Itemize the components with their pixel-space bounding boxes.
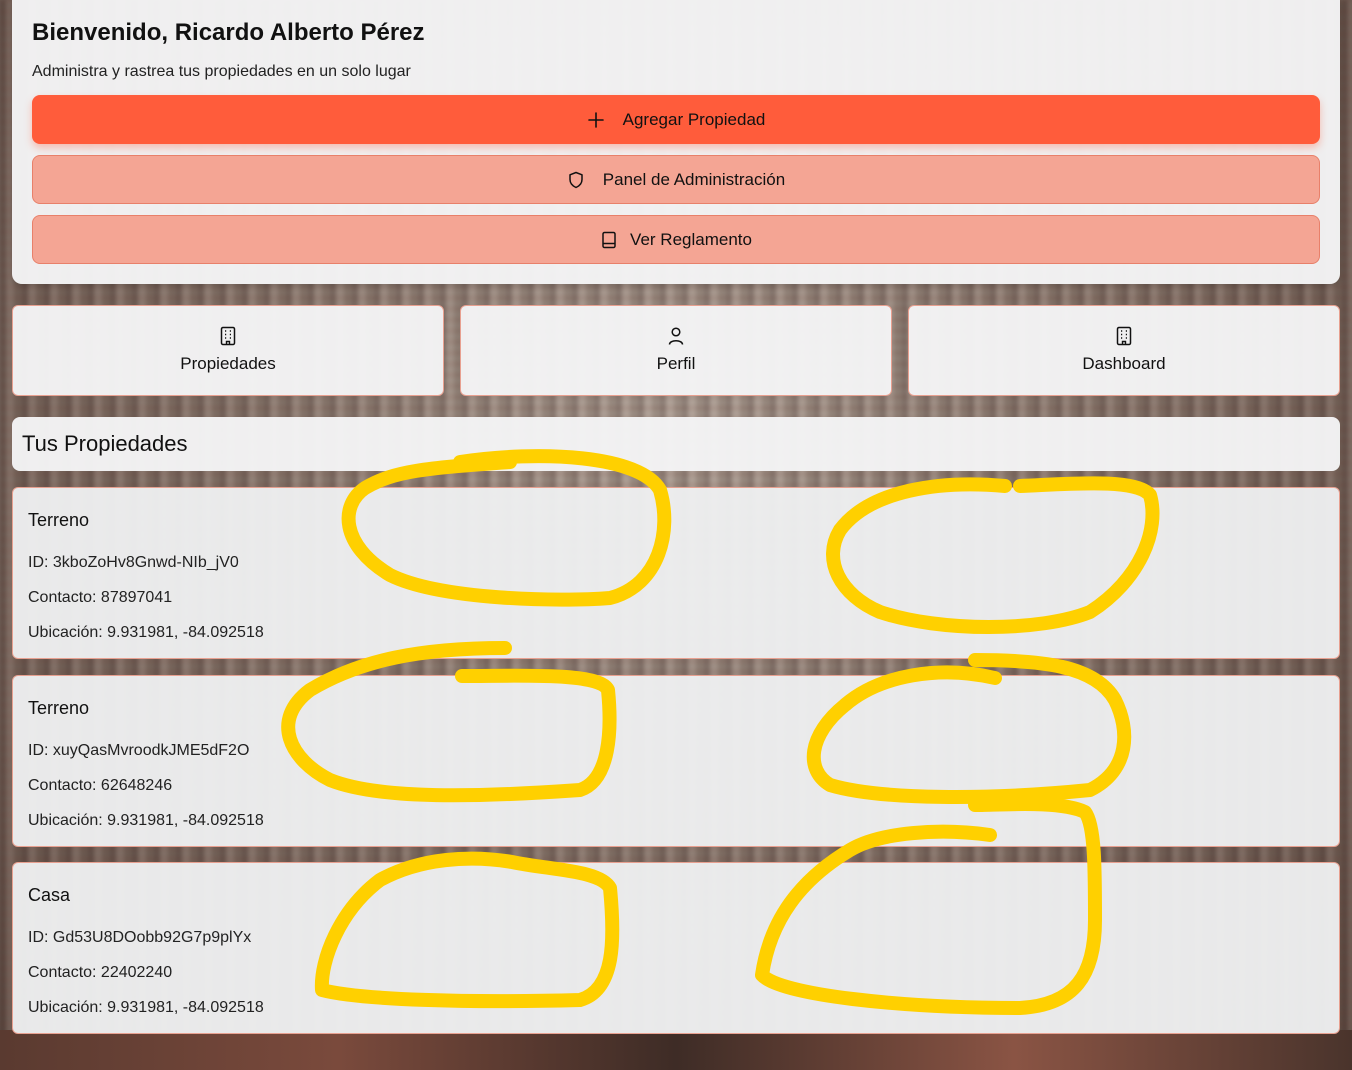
admin-panel-button[interactable]: Panel de Administración <box>32 155 1320 204</box>
tab-propiedades-label: Propiedades <box>180 354 276 373</box>
city-background-strip <box>0 1030 1352 1070</box>
plus-icon <box>587 111 604 128</box>
property-location: Ubicación: 9.931981, -84.092518 <box>28 624 264 641</box>
tab-propiedades[interactable]: Propiedades <box>12 305 444 396</box>
property-id: ID: 3kboZoHv8Gnwd-NIb_jV0 <box>28 554 239 571</box>
building-icon <box>220 326 236 346</box>
admin-panel-label: Panel de Administración <box>602 169 786 189</box>
properties-section-header: Tus Propiedades <box>12 417 1340 471</box>
add-property-label: Agregar Propiedad <box>622 109 766 129</box>
shield-icon <box>569 171 583 188</box>
property-card[interactable]: Terreno ID: 3kboZoHv8Gnwd-NIb_jV0 Contac… <box>12 487 1340 659</box>
property-contact: Contacto: 22402240 <box>28 964 173 981</box>
property-contact: Contacto: 62648246 <box>28 777 173 794</box>
tab-dashboard[interactable]: Dashboard <box>908 305 1340 396</box>
property-type: Casa <box>28 885 71 905</box>
property-card[interactable]: Terreno ID: xuyQasMvroodkJME5dF2O Contac… <box>12 675 1340 847</box>
page-subtitle: Administra y rastrea tus propiedades en … <box>32 63 411 80</box>
tab-perfil-label: Perfil <box>656 354 696 373</box>
building-icon <box>1116 326 1132 346</box>
property-type: Terreno <box>28 510 90 530</box>
tab-dashboard-label: Dashboard <box>1082 354 1166 373</box>
view-rules-button[interactable]: Ver Reglamento <box>32 215 1320 264</box>
section-title: Tus Propiedades <box>22 431 188 456</box>
add-property-button[interactable]: Agregar Propiedad <box>32 95 1320 144</box>
page-title: Bienvenido, Ricardo Alberto Pérez <box>32 19 425 46</box>
property-location: Ubicación: 9.931981, -84.092518 <box>28 999 264 1016</box>
welcome-panel: Bienvenido, Ricardo Alberto Pérez Admini… <box>12 0 1340 284</box>
property-location: Ubicación: 9.931981, -84.092518 <box>28 812 264 829</box>
property-card[interactable]: Casa ID: Gd53U8DOobb92G7p9plYx Contacto:… <box>12 862 1340 1034</box>
tab-perfil[interactable]: Perfil <box>460 305 892 396</box>
property-id: ID: xuyQasMvroodkJME5dF2O <box>28 742 250 759</box>
view-rules-label: Ver Reglamento <box>630 229 752 249</box>
book-icon <box>602 231 616 248</box>
property-id: ID: Gd53U8DOobb92G7p9plYx <box>28 929 252 946</box>
user-icon <box>668 327 684 345</box>
property-type: Terreno <box>28 698 90 718</box>
property-contact: Contacto: 87897041 <box>28 589 173 606</box>
